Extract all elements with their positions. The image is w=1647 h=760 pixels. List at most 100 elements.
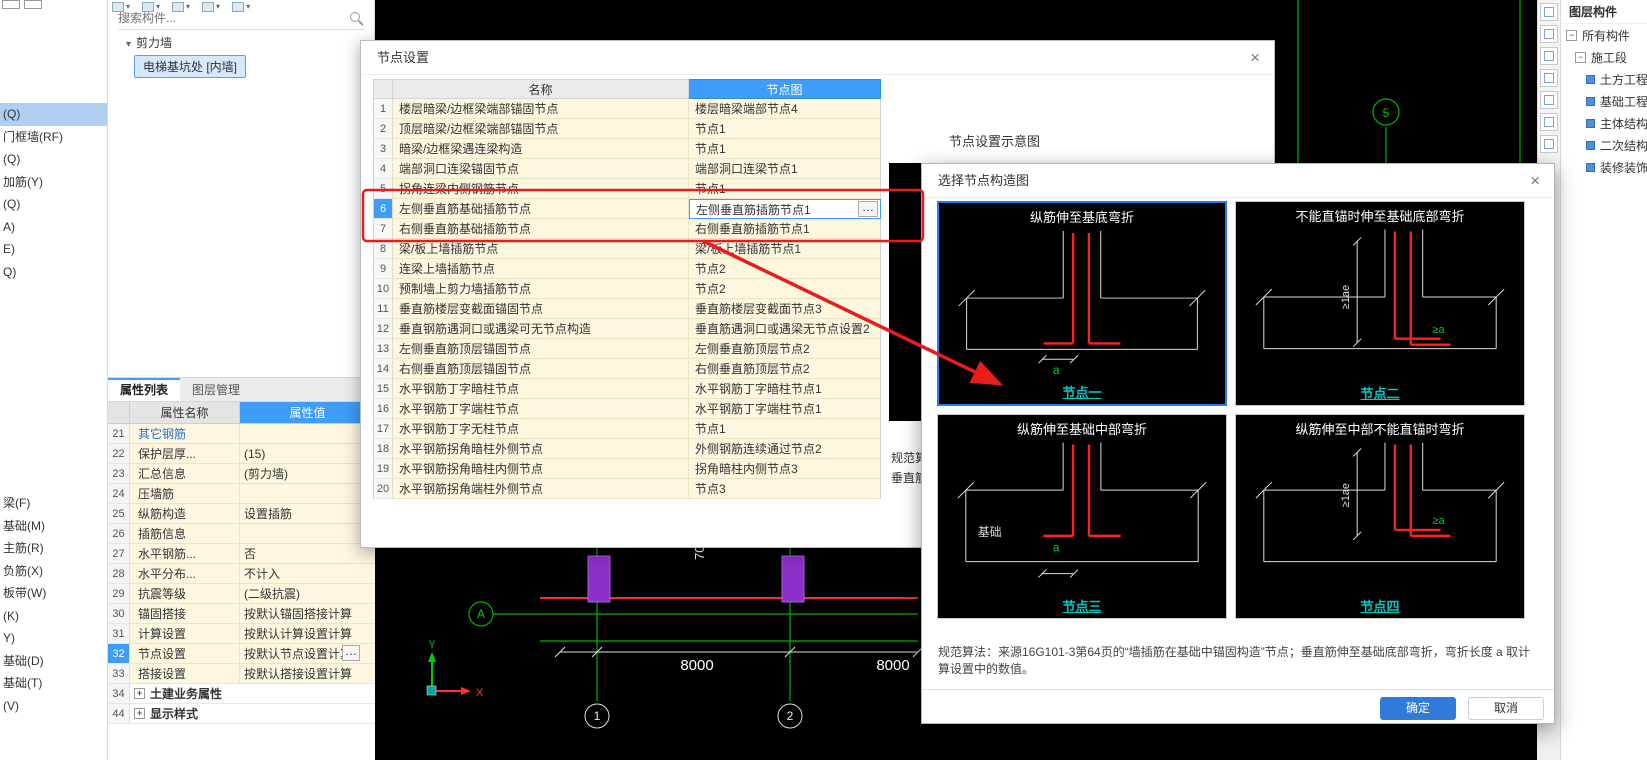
layer-leaf-item[interactable]: 基础工程 [1561, 90, 1647, 112]
expand-plus-icon[interactable]: + [134, 688, 145, 699]
property-row[interactable]: 31 计算设置 按默认计算设置计算 [108, 624, 375, 644]
node-name[interactable]: 右侧垂直筋顶层锚固节点 [393, 359, 689, 379]
canvas-tool-button[interactable] [1540, 3, 1558, 21]
property-row[interactable]: 32 节点设置 按默认节点设置计算 [108, 644, 375, 664]
node-option-label[interactable]: 节点二 [1236, 383, 1524, 402]
node-name[interactable]: 右侧垂直筋基础插筋节点 [393, 219, 689, 239]
node-value[interactable]: 节点1 [689, 419, 881, 439]
component-type-item[interactable]: 基础(D) [0, 650, 107, 673]
component-type-item[interactable]: E) [0, 238, 107, 261]
node-value[interactable]: 节点2 [689, 279, 881, 299]
toolbar-dropdown[interactable]: ▾ [112, 1, 130, 13]
node-settings-row[interactable]: 4 端部洞口连梁锚固节点 端部洞口连梁节点1 [373, 159, 881, 179]
property-value[interactable] [240, 424, 375, 444]
node-value[interactable]: 节点1 [689, 119, 881, 139]
node-name[interactable]: 连梁上墙插筋节点 [393, 259, 689, 279]
layer-leaf-item[interactable]: 装修装饰 [1561, 156, 1647, 178]
node-name[interactable]: 水平钢筋拐角暗柱内侧节点 [393, 459, 689, 479]
canvas-tool-button[interactable] [1540, 113, 1558, 131]
toolbar-dropdown[interactable]: ▾ [202, 1, 220, 13]
node-settings-row[interactable]: 8 梁/板上墙插筋节点 梁/板上墙插筋节点1 [373, 239, 881, 259]
node-settings-row[interactable]: 16 水平钢筋丁字端柱节点 水平钢筋丁字端柱节点1 [373, 399, 881, 419]
component-type-item[interactable]: Y) [0, 627, 107, 650]
property-value[interactable]: 按默认搭接设置计算 [240, 664, 375, 684]
node-setting-ellipsis-button[interactable]: … [342, 645, 360, 661]
layer-group-stage[interactable]: − 施工段 [1561, 46, 1647, 68]
close-icon[interactable]: × [1250, 49, 1260, 66]
property-value[interactable]: 按默认锚固搭接计算 [240, 604, 375, 624]
node-option-2[interactable]: 不能直锚时伸至基础底部弯折 ≥a ≥1ae 节点二 [1235, 201, 1525, 406]
node-name[interactable]: 水平钢筋丁字无柱节点 [393, 419, 689, 439]
node-value[interactable]: 梁/板上墙插筋节点1 [689, 239, 881, 259]
cad-column-1[interactable] [587, 555, 611, 603]
node-name[interactable]: 梁/板上墙插筋节点 [393, 239, 689, 259]
node-value[interactable]: 拐角暗柱内侧节点3 [689, 459, 881, 479]
component-type-item[interactable]: (Q) [0, 193, 107, 216]
property-row[interactable]: 26 插筋信息 [108, 524, 375, 544]
layer-leaf-item[interactable]: 二次结构 [1561, 134, 1647, 156]
component-type-item[interactable]: 梁(F) [0, 492, 107, 515]
node-value[interactable]: 节点3 [689, 479, 881, 499]
toolbar-dropdown[interactable]: ▾ [232, 1, 250, 13]
node-value[interactable]: 右侧垂直筋顶层节点2 [689, 359, 881, 379]
node-option-4[interactable]: 纵筋伸至中部不能直锚时弯折 ≥a ≥1ae 节点四 [1235, 414, 1525, 619]
node-value[interactable]: 水平钢筋丁字端柱节点1 [689, 399, 881, 419]
node-value[interactable]: 端部洞口连梁节点1 [689, 159, 881, 179]
property-value[interactable]: 设置插筋 [240, 504, 375, 524]
node-settings-row[interactable]: 11 垂直筋楼层变截面锚固节点 垂直筋楼层变截面节点3 [373, 299, 881, 319]
node-value[interactable]: 水平钢筋丁字暗柱节点1 [689, 379, 881, 399]
toolbar-dropdown[interactable]: ▾ [142, 1, 160, 13]
component-type-item[interactable]: Q) [0, 261, 107, 284]
node-name[interactable]: 水平钢筋拐角端柱外侧节点 [393, 479, 689, 499]
property-row[interactable]: 24 压墙筋 [108, 484, 375, 504]
node-option-3[interactable]: 纵筋伸至基础中部弯折 a 基础 节点三 [937, 414, 1227, 619]
component-type-item[interactable]: 负筋(X) [0, 560, 107, 583]
property-group-row[interactable]: 44 + 显示样式 [108, 704, 375, 724]
property-value[interactable] [240, 484, 375, 504]
canvas-tool-button[interactable] [1540, 135, 1558, 153]
canvas-tool-button[interactable] [1540, 47, 1558, 65]
node-name[interactable]: 垂直钢筋遇洞口或遇梁可无节点构造 [393, 319, 689, 339]
canvas-tool-button[interactable] [1540, 91, 1558, 109]
node-value[interactable]: 外侧钢筋连续通过节点2 [689, 439, 881, 459]
property-value[interactable]: (二级抗震) [240, 584, 375, 604]
component-type-item[interactable]: 主筋(R) [0, 537, 107, 560]
node-value[interactable]: 垂直筋楼层变截面节点3 [689, 299, 881, 319]
node-name[interactable]: 楼层暗梁/边框梁端部锚固节点 [393, 99, 689, 119]
node-value[interactable]: 右侧垂直筋插筋节点1 [689, 219, 881, 239]
node-settings-row[interactable]: 19 水平钢筋拐角暗柱内侧节点 拐角暗柱内侧节点3 [373, 459, 881, 479]
tree-group-shearwall[interactable]: ▾ 剪力墙 [126, 34, 172, 51]
cad-column-2[interactable] [781, 555, 805, 603]
property-value[interactable]: 否 [240, 544, 375, 564]
node-name[interactable]: 垂直筋楼层变截面锚固节点 [393, 299, 689, 319]
node-settings-row[interactable]: 10 预制墙上剪力墙插筋节点 节点2 [373, 279, 881, 299]
property-row[interactable]: 29 抗震等级 (二级抗震) [108, 584, 375, 604]
property-row[interactable]: 33 搭接设置 按默认搭接设置计算 [108, 664, 375, 684]
node-settings-row[interactable]: 1 楼层暗梁/边框梁端部锚固节点 楼层暗梁端部节点4 [373, 99, 881, 119]
node-settings-row[interactable]: 9 连梁上墙插筋节点 节点2 [373, 259, 881, 279]
property-value[interactable] [240, 524, 375, 544]
canvas-tool-button[interactable] [1540, 25, 1558, 43]
node-value[interactable]: 垂直筋遇洞口或遇梁无节点设置2 [689, 319, 881, 339]
node-settings-row[interactable]: 13 左侧垂直筋顶层锚固节点 左侧垂直筋顶层节点2 [373, 339, 881, 359]
node-value[interactable]: 楼层暗梁端部节点4 [689, 99, 881, 119]
node-name[interactable]: 暗梁/边框梁遇连梁构造 [393, 139, 689, 159]
cancel-button[interactable]: 取消 [1468, 697, 1544, 720]
node-name[interactable]: 顶层暗梁/边框梁端部锚固节点 [393, 119, 689, 139]
component-type-item[interactable]: 基础(M) [0, 515, 107, 538]
tree-item-selected[interactable]: 电梯基坑处 [内墙] [134, 55, 247, 78]
component-type-item[interactable]: A) [0, 216, 107, 239]
property-row[interactable]: 22 保护层厚... (15) [108, 444, 375, 464]
property-row[interactable]: 30 锚固搭接 按默认锚固搭接计算 [108, 604, 375, 624]
node-settings-row[interactable]: 7 右侧垂直筋基础插筋节点 右侧垂直筋插筋节点1 [373, 219, 881, 239]
property-group-row[interactable]: 34 + 土建业务属性 [108, 684, 375, 704]
node-name[interactable]: 水平钢筋拐角暗柱外侧节点 [393, 439, 689, 459]
property-row[interactable]: 21 其它钢筋 [108, 424, 375, 444]
node-value[interactable]: 节点1 [689, 139, 881, 159]
close-icon[interactable]: × [1530, 172, 1540, 189]
ok-button[interactable]: 确定 [1380, 697, 1456, 720]
node-settings-row[interactable]: 14 右侧垂直筋顶层锚固节点 右侧垂直筋顶层节点2 [373, 359, 881, 379]
node-name[interactable]: 水平钢筋丁字暗柱节点 [393, 379, 689, 399]
node-option-1[interactable]: 纵筋伸至基底弯折 a 节点一 [937, 201, 1227, 406]
tab-layer-management[interactable]: 图层管理 [180, 378, 252, 401]
